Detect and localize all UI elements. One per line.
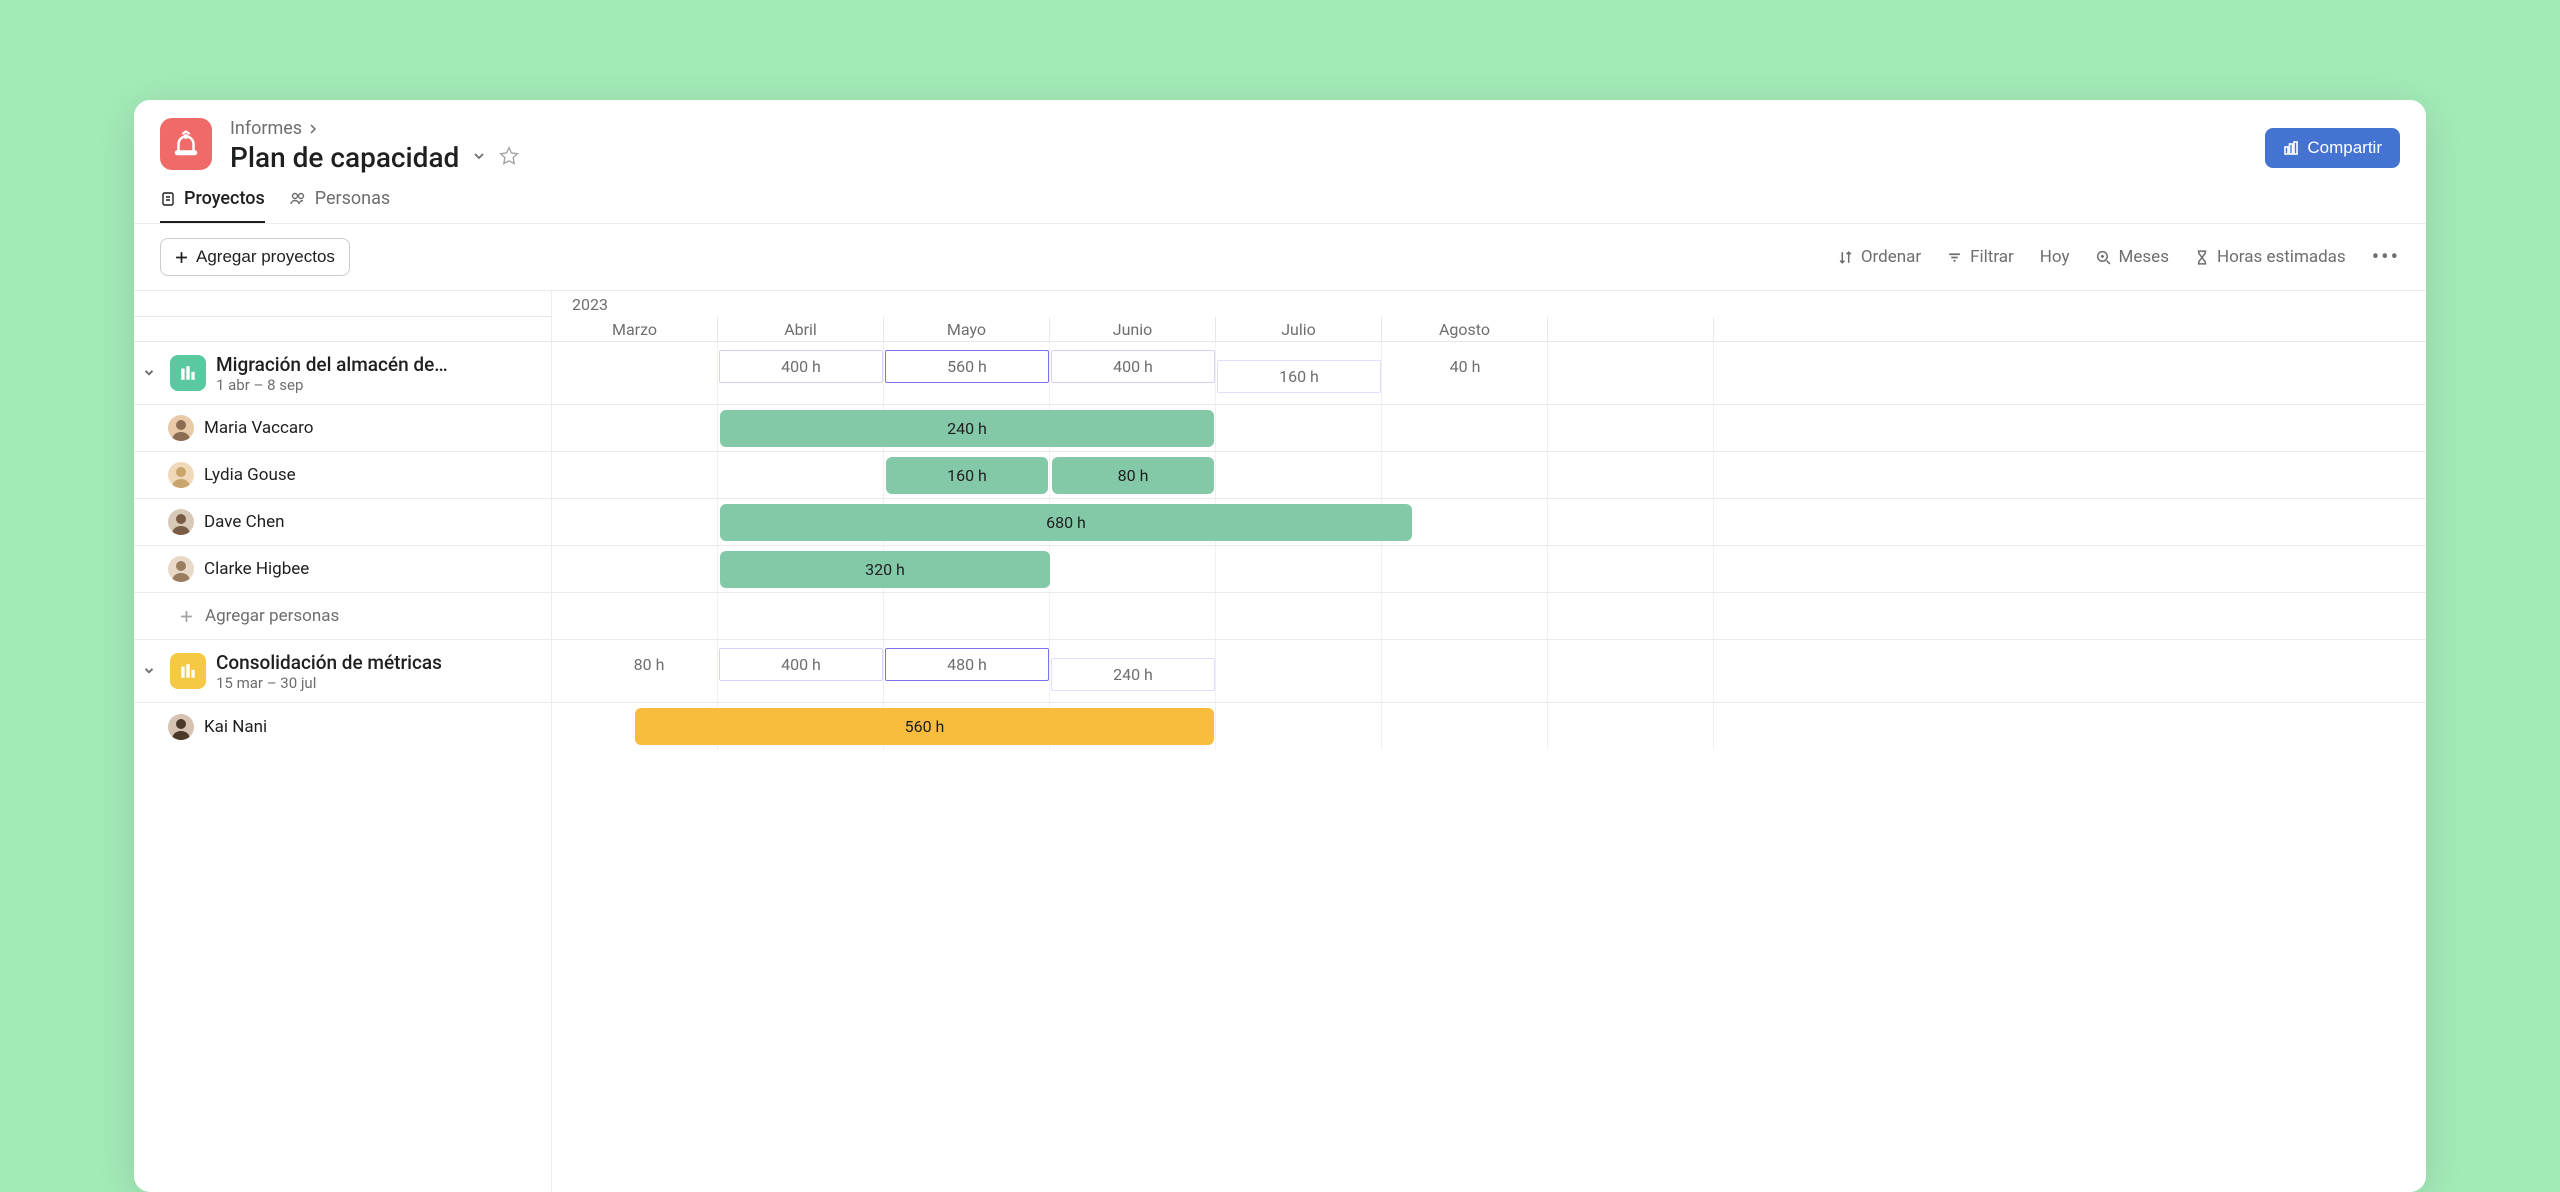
zoom-icon bbox=[2096, 250, 2111, 265]
months-header-row: Marzo Abril Mayo Junio Julio Agosto bbox=[552, 317, 2426, 342]
title-dropdown[interactable] bbox=[471, 148, 487, 168]
person-row: Clarke Higbee 320 h bbox=[134, 546, 2426, 593]
allocation-bar[interactable]: 80 h bbox=[1052, 457, 1214, 494]
chevron-right-icon bbox=[308, 124, 318, 134]
plus-icon bbox=[175, 251, 188, 264]
avatar bbox=[168, 714, 194, 740]
sort-icon bbox=[1838, 250, 1853, 265]
person-name[interactable]: Kai Nani bbox=[204, 717, 267, 737]
collapse-icon[interactable] bbox=[138, 360, 160, 387]
allocation-bar[interactable]: 320 h bbox=[720, 551, 1050, 588]
app-window: Informes Plan de capacidad Compartir bbox=[134, 100, 2426, 1192]
avatar bbox=[168, 556, 194, 582]
collapse-icon[interactable] bbox=[138, 658, 160, 685]
toolbar: Agregar proyectos Ordenar Filtrar Hoy Me… bbox=[134, 224, 2426, 290]
project-badge bbox=[170, 355, 206, 391]
tab-people[interactable]: Personas bbox=[289, 188, 390, 223]
summary-chip[interactable]: 400 h bbox=[719, 350, 883, 383]
avatar bbox=[168, 462, 194, 488]
month-header: Abril bbox=[718, 317, 884, 341]
allocation-bar[interactable]: 680 h bbox=[720, 504, 1412, 541]
allocation-bar[interactable]: 160 h bbox=[886, 457, 1048, 494]
project-row: Consolidación de métricas 15 mar – 30 ju… bbox=[134, 640, 2426, 703]
timeline: 2023 Marzo Abril Mayo Junio Julio Agosto bbox=[134, 290, 2426, 1192]
more-menu[interactable]: ••• bbox=[2372, 245, 2400, 270]
month-header: Mayo bbox=[884, 317, 1050, 341]
page-title: Plan de capacidad bbox=[230, 141, 459, 174]
share-icon bbox=[2283, 140, 2299, 156]
month-header: Junio bbox=[1050, 317, 1216, 341]
report-icon bbox=[160, 118, 212, 170]
breadcrumb: Informes bbox=[230, 118, 519, 139]
add-person-row[interactable]: Agregar personas bbox=[134, 593, 2426, 640]
summary-chip[interactable]: 240 h bbox=[1051, 658, 1215, 691]
tabs: Proyectos Personas bbox=[134, 174, 2426, 224]
project-row: Migración del almacén de… 1 abr – 8 sep … bbox=[134, 342, 2426, 405]
project-name[interactable]: Consolidación de métricas bbox=[216, 651, 442, 674]
allocation-bar[interactable]: 240 h bbox=[720, 410, 1214, 447]
add-person-label: Agregar personas bbox=[205, 606, 339, 626]
month-header bbox=[1548, 317, 1714, 341]
hours-action[interactable]: Horas estimadas bbox=[2195, 247, 2346, 267]
project-badge bbox=[170, 653, 206, 689]
months-action[interactable]: Meses bbox=[2096, 247, 2169, 267]
header-left: Informes Plan de capacidad bbox=[160, 118, 519, 174]
summary-chip[interactable]: 560 h bbox=[885, 350, 1049, 383]
person-name[interactable]: Clarke Higbee bbox=[204, 559, 309, 579]
title-row: Plan de capacidad bbox=[230, 141, 519, 174]
project-dates: 1 abr – 8 sep bbox=[216, 376, 448, 394]
filter-action[interactable]: Filtrar bbox=[1947, 247, 2014, 267]
person-row: Kai Nani 560 h bbox=[134, 703, 2426, 750]
hourglass-icon bbox=[2195, 250, 2209, 265]
plus-icon bbox=[180, 610, 193, 623]
month-header: Agosto bbox=[1382, 317, 1548, 341]
people-icon bbox=[289, 191, 307, 207]
add-projects-button[interactable]: Agregar proyectos bbox=[160, 238, 350, 276]
month-header: Marzo bbox=[552, 317, 718, 341]
person-name[interactable]: Dave Chen bbox=[204, 512, 284, 532]
project-dates: 15 mar – 30 jul bbox=[216, 674, 442, 692]
summary-chip[interactable]: 80 h bbox=[582, 648, 716, 681]
share-button[interactable]: Compartir bbox=[2265, 128, 2400, 168]
project-name[interactable]: Migración del almacén de… bbox=[216, 353, 448, 376]
person-name[interactable]: Maria Vaccaro bbox=[204, 418, 313, 438]
clipboard-icon bbox=[160, 191, 176, 207]
summary-chip[interactable]: 480 h bbox=[885, 648, 1049, 681]
today-action[interactable]: Hoy bbox=[2040, 247, 2070, 267]
star-icon[interactable] bbox=[499, 146, 519, 170]
tab-projects[interactable]: Proyectos bbox=[160, 188, 265, 223]
header: Informes Plan de capacidad Compartir bbox=[134, 100, 2426, 174]
sort-action[interactable]: Ordenar bbox=[1838, 247, 1921, 267]
summary-chip[interactable]: 160 h bbox=[1217, 360, 1381, 393]
summary-chip[interactable]: 400 h bbox=[719, 648, 883, 681]
person-row: Maria Vaccaro 240 h bbox=[134, 405, 2426, 452]
person-row: Lydia Gouse 160 h 80 h bbox=[134, 452, 2426, 499]
month-header: Julio bbox=[1216, 317, 1382, 341]
allocation-bar[interactable]: 560 h bbox=[635, 708, 1214, 745]
breadcrumb-link[interactable]: Informes bbox=[230, 118, 302, 139]
filter-icon bbox=[1947, 250, 1962, 265]
avatar bbox=[168, 415, 194, 441]
person-row: Dave Chen 680 h bbox=[134, 499, 2426, 546]
summary-chip[interactable]: 40 h bbox=[1383, 350, 1547, 383]
person-name[interactable]: Lydia Gouse bbox=[204, 465, 296, 485]
year-label: 2023 bbox=[552, 291, 2426, 317]
avatar bbox=[168, 509, 194, 535]
summary-chip[interactable]: 400 h bbox=[1051, 350, 1215, 383]
